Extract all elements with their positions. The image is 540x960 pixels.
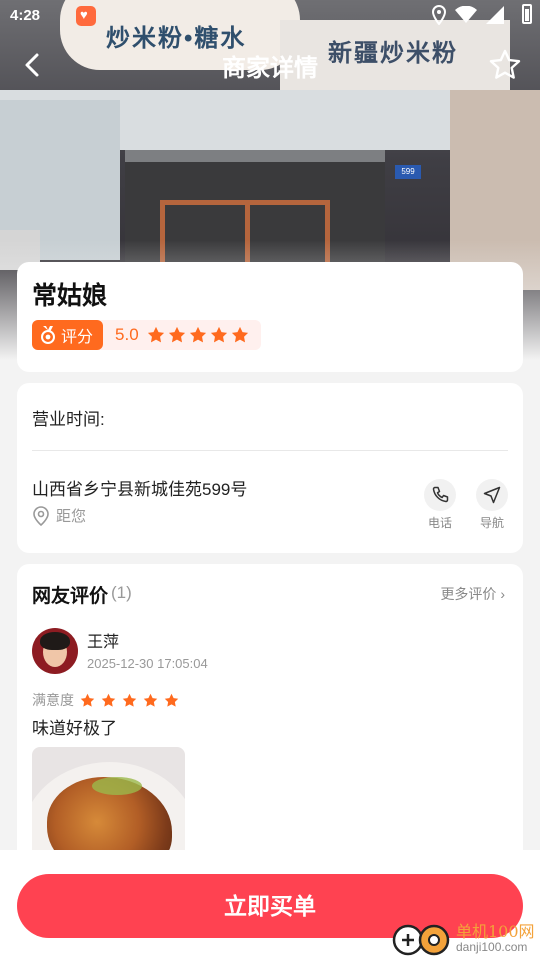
status-time: 4:28 bbox=[10, 7, 41, 24]
navigate-button[interactable]: 导航 bbox=[472, 479, 512, 531]
star-icon bbox=[164, 693, 179, 707]
chevron-right-icon: › bbox=[500, 586, 505, 602]
phone-label: 电话 bbox=[427, 516, 452, 530]
watermark-url: danji100.com bbox=[456, 940, 528, 954]
battery-icon bbox=[522, 4, 532, 24]
reviews-card: 网友评价 (1) 更多评价 › 王萍 2025-12-30 17:05:04 满… bbox=[17, 564, 523, 884]
bottom-bar: 立即买单 单机100网 danji100.com bbox=[0, 850, 540, 960]
business-info-card: 营业时间: 山西省乡宁县新城佳苑599号 距您 电话 导航 bbox=[17, 383, 523, 553]
navigate-label: 导航 bbox=[479, 516, 504, 530]
top-nav: 商家详情 bbox=[0, 38, 540, 90]
rating-row: 评分 5.0 bbox=[32, 320, 261, 350]
satisfaction-label: 满意度 bbox=[32, 692, 74, 708]
rating-tag: 评分 bbox=[32, 320, 104, 350]
signal-icon bbox=[486, 6, 504, 24]
medal-icon bbox=[41, 326, 55, 344]
distance-label: 距您 bbox=[56, 508, 87, 525]
more-reviews-label: 更多评价 bbox=[440, 586, 497, 602]
star-icon bbox=[189, 326, 206, 343]
location-icon bbox=[432, 5, 446, 25]
star-icon bbox=[168, 326, 185, 343]
shop-info-card: 常姑娘 评分 5.0 bbox=[17, 262, 523, 372]
location-pin-icon bbox=[33, 505, 49, 526]
review-text: 味道好极了 bbox=[32, 719, 117, 738]
business-hours-label: 营业时间: bbox=[32, 410, 105, 429]
reviews-title: 网友评价 bbox=[32, 586, 109, 607]
rating-tag-label: 评分 bbox=[61, 329, 94, 346]
reviewer-name: 王萍 bbox=[87, 634, 120, 651]
rating-stars bbox=[147, 326, 249, 344]
review-date: 2025-12-30 17:05:04 bbox=[87, 656, 208, 671]
watermark-logo-icon bbox=[392, 924, 450, 956]
distance-row: 距您 bbox=[32, 505, 86, 526]
divider bbox=[32, 450, 508, 451]
watermark-text: 单机100网 bbox=[456, 922, 535, 941]
shop-name: 常姑娘 bbox=[32, 282, 108, 310]
shop-address: 山西省乡宁县新城佳苑599号 bbox=[32, 480, 248, 499]
phone-button[interactable]: 电话 bbox=[420, 479, 460, 531]
star-icon bbox=[143, 693, 158, 707]
star-icon bbox=[80, 693, 95, 707]
reviews-count: (1) bbox=[111, 583, 132, 602]
wifi-icon bbox=[455, 6, 477, 23]
rating-score: 5.0 bbox=[115, 325, 139, 344]
page-title: 商家详情 bbox=[222, 55, 318, 82]
navigation-arrow-icon bbox=[483, 486, 501, 504]
favorite-star-icon[interactable] bbox=[488, 48, 522, 82]
star-icon bbox=[210, 326, 227, 343]
star-icon bbox=[101, 693, 116, 707]
app-notification-icon bbox=[76, 6, 96, 26]
status-bar: 4:28 bbox=[0, 0, 540, 32]
watermark: 单机100网 danji100.com bbox=[390, 918, 540, 960]
reviewer-avatar bbox=[32, 628, 78, 674]
more-reviews-link[interactable]: 更多评价 › bbox=[440, 584, 505, 604]
phone-icon bbox=[432, 486, 449, 503]
satisfaction-row: 满意度 bbox=[32, 690, 179, 710]
star-icon bbox=[231, 326, 248, 343]
house-number-plate: 599 bbox=[395, 165, 421, 179]
star-icon bbox=[122, 693, 137, 707]
star-icon bbox=[147, 326, 164, 343]
